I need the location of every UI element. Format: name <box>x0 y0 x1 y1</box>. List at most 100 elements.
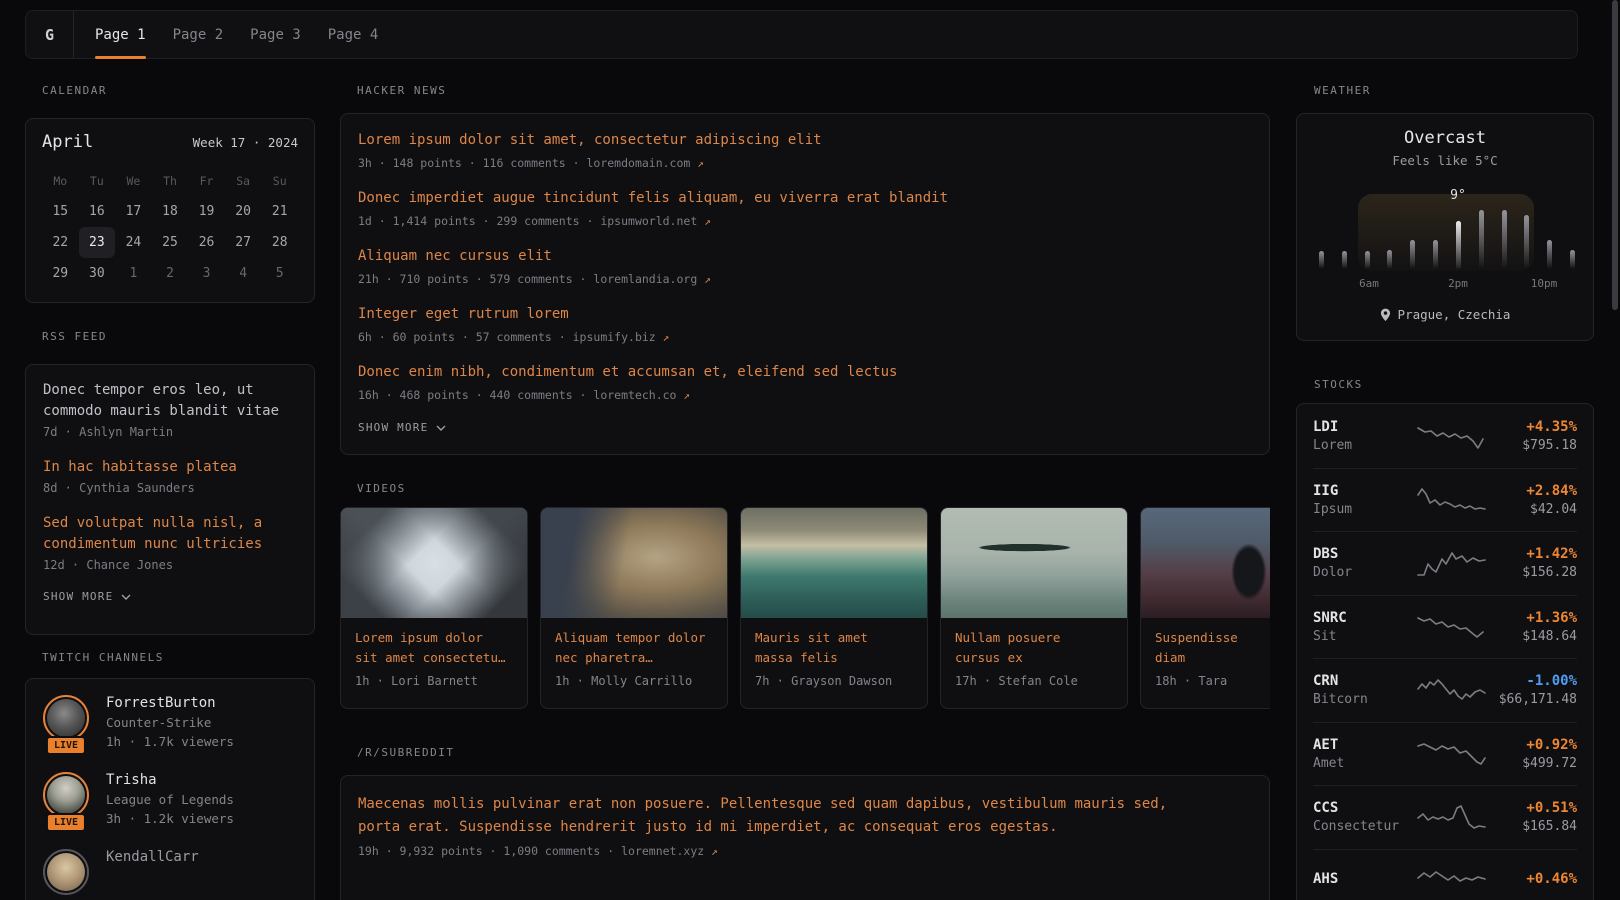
video-title[interactable]: Suspendissediam <box>1155 628 1270 668</box>
stock-symbol: AHS <box>1313 871 1417 887</box>
twitch-section-header: TWITCH CHANNELS <box>42 651 164 664</box>
video-meta: 18h · Tara <box>1155 674 1270 688</box>
weather-bar <box>1319 251 1324 269</box>
video-card[interactable]: Aliquam tempor dolornec pharetra… 1h · M… <box>540 507 728 709</box>
hn-story-title[interactable]: Donec enim nibh, condimentum et accumsan… <box>358 363 1252 382</box>
hn-story-meta: 21h · 710 points · 579 comments · loreml… <box>358 272 1252 286</box>
weather-section-header: WEATHER <box>1314 84 1371 97</box>
stock-row[interactable]: LDILorem +4.35%$795.18 <box>1313 404 1577 468</box>
stock-change: +1.36% <box>1487 610 1577 626</box>
weather-bar <box>1433 240 1438 269</box>
rss-show-more-label: SHOW MORE <box>43 590 113 603</box>
external-link-icon: ↗ <box>683 389 690 402</box>
twitch-channel-row[interactable]: LIVE ForrestBurton Counter-Strike 1h · 1… <box>43 695 297 757</box>
external-link-icon: ↗ <box>697 157 704 170</box>
calendar-day: 22 <box>42 227 79 258</box>
location-pin-icon <box>1380 308 1391 322</box>
stock-symbol: CRN <box>1313 673 1417 689</box>
calendar-day: 2 <box>152 258 189 289</box>
tab-page-4[interactable]: Page 4 <box>328 11 379 58</box>
weather-bar <box>1524 215 1529 269</box>
calendar-day-selected: 23 <box>79 227 116 258</box>
video-meta: 17h · Stefan Cole <box>955 674 1113 688</box>
stock-price: $42.04 <box>1487 502 1577 517</box>
rss-item-title[interactable]: Sed volutpat nulla nisl, a condimentum n… <box>43 513 297 555</box>
calendar-week-label: Week 17 · 2024 <box>193 135 298 150</box>
video-title[interactable]: Lorem ipsum dolorsit amet consectetu… <box>355 628 513 668</box>
video-thumbnail[interactable] <box>741 508 927 618</box>
stock-row[interactable]: SNRCSit +1.36%$148.64 <box>1313 595 1577 659</box>
channel-game: Counter-Strike <box>106 715 234 730</box>
hn-meta-text: 6h · 60 points · 57 comments · ipsumify.… <box>358 330 663 344</box>
hn-story: Aliquam nec cursus elit 21h · 710 points… <box>358 247 1252 286</box>
stock-symbol: CCS <box>1313 800 1417 816</box>
live-ring <box>43 695 89 741</box>
stock-price: $795.18 <box>1487 438 1577 453</box>
hn-section-header: HACKER NEWS <box>357 84 446 97</box>
hn-meta-text: 1d · 1,414 points · 299 comments · ipsum… <box>358 214 704 228</box>
page-scrollbar[interactable] <box>1612 0 1618 310</box>
stock-change: +0.92% <box>1487 737 1577 753</box>
video-card[interactable]: Mauris sit ametmassa felis 7h · Grayson … <box>740 507 928 709</box>
video-title[interactable]: Mauris sit ametmassa felis <box>755 628 913 668</box>
reddit-post-title[interactable]: Maecenas mollis pulvinar erat non posuer… <box>358 793 1198 839</box>
stock-row[interactable]: AETAmet +0.92%$499.72 <box>1313 722 1577 786</box>
hn-story-meta: 16h · 468 points · 440 comments · loremt… <box>358 388 1252 402</box>
calendar-day: 26 <box>188 227 225 258</box>
hn-meta-text: 3h · 148 points · 116 comments · loremdo… <box>358 156 697 170</box>
stock-price: $165.84 <box>1487 819 1577 834</box>
hn-story-title[interactable]: Donec imperdiet augue tincidunt felis al… <box>358 189 1252 208</box>
twitch-widget: LIVE ForrestBurton Counter-Strike 1h · 1… <box>25 678 315 900</box>
rss-item-title[interactable]: In hac habitasse platea <box>43 457 297 478</box>
stock-row[interactable]: IIGIpsum +2.84%$42.04 <box>1313 468 1577 532</box>
stock-change: +2.84% <box>1487 483 1577 499</box>
video-thumbnail[interactable] <box>541 508 727 618</box>
tab-page-3-label: Page 3 <box>250 27 301 43</box>
video-card[interactable]: Lorem ipsum dolorsit amet consectetu… 1h… <box>340 507 528 709</box>
stock-row[interactable]: CRNBitcorn -1.00%$66,171.48 <box>1313 658 1577 722</box>
video-meta: 7h · Grayson Dawson <box>755 674 913 688</box>
video-card[interactable]: Suspendissediam 18h · Tara <box>1140 507 1270 709</box>
calendar-day: 15 <box>42 196 79 227</box>
tab-page-3[interactable]: Page 3 <box>250 11 301 58</box>
twitch-channel-row[interactable]: LIVE Trisha League of Legends 3h · 1.2k … <box>43 772 297 834</box>
stocks-widget: LDILorem +4.35%$795.18 IIGIpsum +2.84%$4… <box>1296 403 1594 900</box>
hn-story-title[interactable]: Lorem ipsum dolor sit amet, consectetur … <box>358 131 1252 150</box>
video-card[interactable]: Nullam posuerecursus ex 17h · Stefan Col… <box>940 507 1128 709</box>
tab-page-2[interactable]: Page 2 <box>173 11 224 58</box>
video-title[interactable]: Aliquam tempor dolornec pharetra… <box>555 628 713 668</box>
twitch-channel-row[interactable]: KendallCarr <box>43 849 297 900</box>
stock-row[interactable]: CCSConsectetur +0.51%$165.84 <box>1313 785 1577 849</box>
stock-change: +0.46% <box>1487 871 1577 887</box>
hn-story-title[interactable]: Integer eget rutrum lorem <box>358 305 1252 324</box>
tab-page-1[interactable]: Page 1 <box>95 11 146 58</box>
current-temp-label: 9° <box>1450 188 1466 203</box>
channel-name: ForrestBurton <box>106 695 234 711</box>
video-thumbnail[interactable] <box>941 508 1127 618</box>
avatar <box>47 699 85 737</box>
hn-story-title[interactable]: Aliquam nec cursus elit <box>358 247 1252 266</box>
stock-change: +0.51% <box>1487 800 1577 816</box>
external-link-icon: ↗ <box>663 331 670 344</box>
hn-story: Integer eget rutrum lorem 6h · 60 points… <box>358 305 1252 344</box>
rss-show-more-button[interactable]: SHOW MORE <box>43 590 297 603</box>
stock-sparkline <box>1417 676 1487 704</box>
video-thumbnail[interactable] <box>1141 508 1270 618</box>
rss-item-title[interactable]: Donec tempor eros leo, ut commodo mauris… <box>43 380 297 422</box>
hn-show-more-button[interactable]: SHOW MORE <box>358 421 1252 434</box>
stock-price: $148.64 <box>1487 629 1577 644</box>
video-thumbnail[interactable] <box>341 508 527 618</box>
stock-change: +1.42% <box>1487 546 1577 562</box>
rss-item: Sed volutpat nulla nisl, a condimentum n… <box>43 513 297 572</box>
stock-price: $66,171.48 <box>1487 692 1577 707</box>
video-title[interactable]: Nullam posuerecursus ex <box>955 628 1113 668</box>
calendar-day: 3 <box>188 258 225 289</box>
calendar-day: 16 <box>79 196 116 227</box>
stock-row[interactable]: AHS +0.46% <box>1313 849 1577 900</box>
reddit-widget: Maecenas mollis pulvinar erat non posuer… <box>340 775 1270 900</box>
stock-row[interactable]: DBSDolor +1.42%$156.28 <box>1313 531 1577 595</box>
calendar-day: 5 <box>261 258 298 289</box>
stock-name: Bitcorn <box>1313 692 1417 707</box>
weather-bar <box>1502 210 1507 269</box>
reddit-post-meta: 19h · 9,932 points · 1,090 comments · lo… <box>358 844 1252 858</box>
